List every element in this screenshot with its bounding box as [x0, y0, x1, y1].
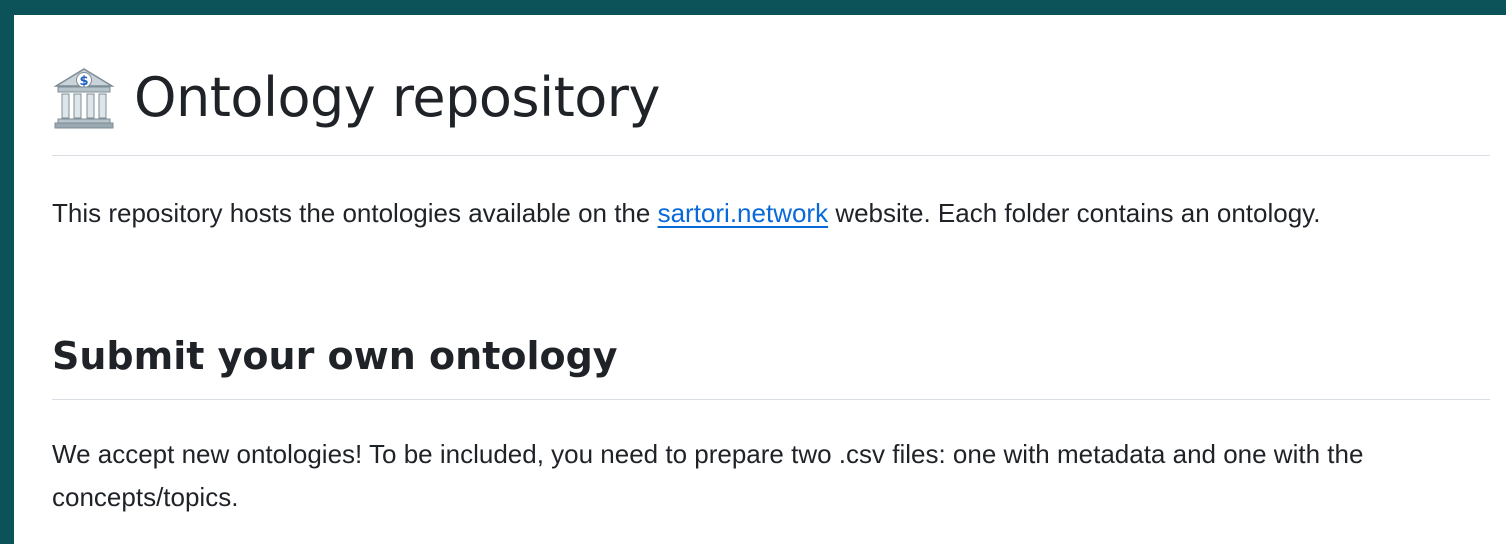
sartori-network-link[interactable]: sartori.network [658, 198, 829, 228]
intro-text-after: website. Each folder contains an ontolog… [828, 198, 1321, 228]
submit-paragraph: We accept new ontologies! To be included… [52, 439, 1364, 512]
submit-section-heading: Submit your own ontology [52, 334, 618, 378]
title-divider [52, 155, 1490, 156]
bank-icon: $ [53, 68, 115, 129]
section-divider [52, 399, 1490, 400]
page-frame: $ Ontology repository This repository ho… [14, 15, 1506, 544]
title-row: $ Ontology repository [52, 63, 660, 133]
intro-text-before: This repository hosts the ontologies ava… [52, 198, 658, 228]
intro-paragraph: This repository hosts the ontologies ava… [52, 192, 1490, 235]
page-title: Ontology repository [134, 66, 660, 129]
